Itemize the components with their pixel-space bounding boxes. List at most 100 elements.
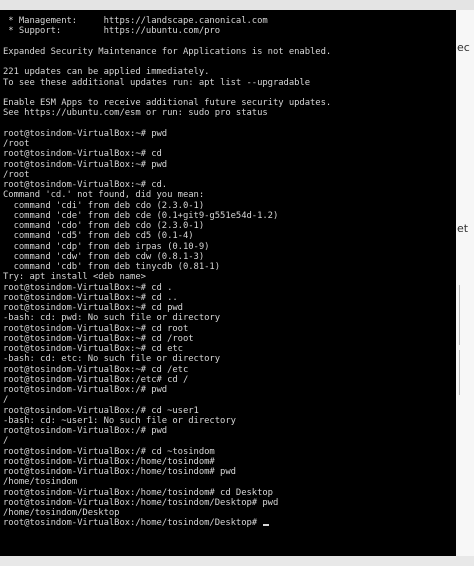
terminal-line: command 'cdb' from deb tinycdb (0.81-1) [3,262,456,272]
terminal-line: Enable ESM Apps to receive additional fu… [3,98,456,108]
background-text-fragment: et [457,222,469,235]
terminal-line: root@tosindom-VirtualBox:~# cd root [3,324,456,334]
terminal-line-text: -bash: cd: pwd: No such file or director… [3,313,221,324]
terminal-line-text: See https://ubuntu.com/esm or run: sudo … [3,108,268,119]
terminal-line: * Management: https://landscape.canonica… [3,16,456,26]
terminal-line-text: command 'cdi' from deb cdo (2.3.0-1) [3,200,205,211]
terminal-line: root@tosindom-VirtualBox:~# cd. [3,180,456,190]
terminal-line-text: * Management: https://landscape.canonica… [3,16,268,26]
terminal-line: root@tosindom-VirtualBox:~# cd . [3,283,456,293]
terminal-line-text: root@tosindom-VirtualBox:~# cd root [3,323,189,334]
terminal-line: command 'cdi' from deb cdo (2.3.0-1) [3,201,456,211]
terminal-line-text: command 'cdo' from deb cdo (2.3.0-1) [3,221,205,231]
terminal-line-text: Enable ESM Apps to receive additional fu… [3,98,332,108]
terminal-line: -bash: cd: etc: No such file or director… [3,354,456,364]
terminal-line-text: root@tosindom-VirtualBox:/# cd ~tosindom [3,446,215,457]
terminal-line-text: command 'cd5' from deb cd5 (0.1-4) [3,231,194,242]
terminal-line: root@tosindom-VirtualBox:/# cd ~tosindom [3,447,456,457]
terminal-line: command 'cdo' from deb cdo (2.3.0-1) [3,221,456,231]
terminal-line: root@tosindom-VirtualBox:/# pwd [3,385,456,395]
terminal-window[interactable]: * Management: https://landscape.canonica… [0,10,456,556]
terminal-line-text: command 'cdw' from deb cdw (0.8.1-3) [3,251,205,262]
terminal-line: root@tosindom-VirtualBox:~# cd /root [3,334,456,344]
terminal-line-text: -bash: cd: ~user1: No such file or direc… [3,415,236,426]
terminal-line-text: /home/tosindom/Desktop [3,508,120,518]
terminal-line-text: root@tosindom-VirtualBox:/home/tosindom/… [3,518,263,529]
terminal-line: root@tosindom-VirtualBox:~# cd /etc [3,365,456,375]
terminal-line-text: /home/tosindom [3,477,78,488]
terminal-line-text: root@tosindom-VirtualBox:~# cd [3,149,162,160]
terminal-line-text: root@tosindom-VirtualBox:~# pwd [3,128,168,139]
terminal-line-text: * Support: https://ubuntu.com/pro [3,26,221,37]
terminal-line: root@tosindom-VirtualBox:/home/tosindom/… [3,518,456,528]
background-page-strip: ec et [456,10,474,556]
terminal-line: / [3,395,456,405]
terminal-line: 221 updates can be applied immediately. [3,67,456,77]
terminal-line: -bash: cd: ~user1: No such file or direc… [3,416,456,426]
terminal-line-text: root@tosindom-VirtualBox:/etc# cd / [3,374,189,385]
terminal-line: root@tosindom-VirtualBox:~# cd pwd [3,303,456,313]
terminal-line: root@tosindom-VirtualBox:~# cd [3,149,456,159]
terminal-line: /home/tosindom/Desktop [3,508,456,518]
terminal-line-text: /root [3,169,30,180]
bottom-window-edge [0,556,474,566]
terminal-line-text: root@tosindom-VirtualBox:~# cd . [3,282,173,293]
terminal-output: * Management: https://landscape.canonica… [3,16,456,529]
terminal-line-text: root@tosindom-VirtualBox:/# cd ~user1 [3,405,199,416]
terminal-line-text: / [3,436,9,447]
terminal-line-text: Expanded Security Maintenance for Applic… [3,46,332,57]
terminal-line-text: command 'cdb' from deb tinycdb (0.81-1) [3,262,221,272]
terminal-line-text: -bash: cd: etc: No such file or director… [3,354,221,365]
terminal-line: /root [3,170,456,180]
terminal-line: root@tosindom-VirtualBox:/home/tosindom#… [3,488,456,498]
terminal-line: root@tosindom-VirtualBox:~# pwd [3,160,456,170]
terminal-line: To see these additional updates run: apt… [3,78,456,88]
terminal-line: -bash: cd: pwd: No such file or director… [3,313,456,323]
terminal-line: /home/tosindom [3,477,456,487]
terminal-line: root@tosindom-VirtualBox:~# pwd [3,129,456,139]
terminal-line-text: root@tosindom-VirtualBox:~# cd etc [3,344,183,354]
terminal-line: See https://ubuntu.com/esm or run: sudo … [3,108,456,118]
terminal-line-text: / [3,395,9,406]
background-divider [459,350,460,395]
terminal-line: /root [3,139,456,149]
terminal-line-text: root@tosindom-VirtualBox:~# cd. [3,180,168,190]
terminal-line-text: root@tosindom-VirtualBox:~# cd .. [3,292,178,303]
terminal-line-text: Try: apt install <deb name> [3,272,146,283]
terminal-line: Expanded Security Maintenance for Applic… [3,47,456,57]
terminal-line-text: command 'cde' from deb cde (0.1+git9-g55… [3,210,279,221]
terminal-line: * Support: https://ubuntu.com/pro [3,26,456,36]
terminal-line-text: root@tosindom-VirtualBox:/# pwd [3,385,168,395]
terminal-line: root@tosindom-VirtualBox:/# pwd [3,426,456,436]
terminal-line-text: 221 updates can be applied immediately. [3,67,210,78]
terminal-line: command 'cde' from deb cde (0.1+git9-g55… [3,211,456,221]
top-window-edge [0,0,474,10]
terminal-line: command 'cdw' from deb cdw (0.8.1-3) [3,252,456,262]
terminal-line-text: root@tosindom-VirtualBox:/home/tosindom# [3,456,215,467]
terminal-line: command 'cdp' from deb irpas (0.10-9) [3,242,456,252]
terminal-line: Command 'cd.' not found, did you mean: [3,190,456,200]
terminal-line: root@tosindom-VirtualBox:/# cd ~user1 [3,406,456,416]
terminal-line: root@tosindom-VirtualBox:/etc# cd / [3,375,456,385]
background-text-fragment: ec [457,41,470,54]
terminal-line: root@tosindom-VirtualBox:~# cd etc [3,344,456,354]
terminal-line: / [3,436,456,446]
terminal-line-text: root@tosindom-VirtualBox:~# cd /root [3,333,194,344]
terminal-line-text: root@tosindom-VirtualBox:~# pwd [3,159,168,170]
terminal-line: root@tosindom-VirtualBox:~# cd .. [3,293,456,303]
terminal-line: Try: apt install <deb name> [3,272,456,282]
terminal-line: root@tosindom-VirtualBox:/home/tosindom/… [3,498,456,508]
terminal-line-text: root@tosindom-VirtualBox:~# cd pwd [3,303,183,313]
terminal-line: command 'cd5' from deb cd5 (0.1-4) [3,231,456,241]
terminal-line-text: /root [3,139,30,149]
background-divider [459,285,460,345]
terminal-line-text: root@tosindom-VirtualBox:/# pwd [3,426,168,436]
terminal-line-text: To see these additional updates run: apt… [3,77,311,88]
terminal-line-text: command 'cdp' from deb irpas (0.10-9) [3,241,210,252]
terminal-line-text: root@tosindom-VirtualBox:/home/tosindom#… [3,467,236,477]
terminal-line-text: root@tosindom-VirtualBox:~# cd /etc [3,364,189,375]
